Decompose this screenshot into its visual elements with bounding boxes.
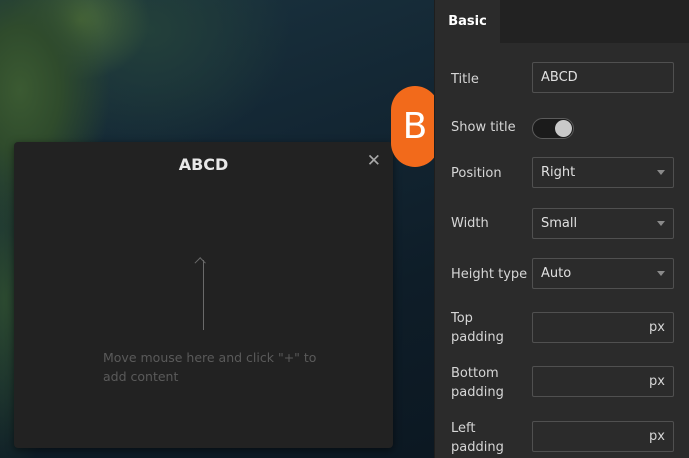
top-padding-label: Top padding	[451, 311, 504, 345]
left-padding-input[interactable]: px	[532, 421, 674, 452]
settings-panel: Basic Title ABCD Show title Position Rig…	[434, 0, 689, 458]
position-label: Position	[451, 166, 502, 181]
title-label: Title	[451, 72, 479, 87]
chevron-down-icon	[657, 221, 665, 226]
title-input[interactable]: ABCD	[532, 62, 674, 93]
title-input-value: ABCD	[541, 70, 578, 85]
show-title-label: Show title	[451, 120, 516, 135]
toggle-knob	[555, 120, 572, 137]
arrow-up-icon	[203, 260, 204, 330]
bottom-padding-unit: px	[649, 374, 665, 389]
widget-popup: ABCD ✕ Move mouse here and click "+" to …	[14, 142, 393, 448]
width-select[interactable]: Small	[532, 208, 674, 239]
left-padding-label: Left padding	[451, 421, 504, 455]
height-type-select-value: Auto	[541, 266, 572, 281]
position-select[interactable]: Right	[532, 157, 674, 188]
annotation-badge: B	[391, 86, 439, 167]
width-label: Width	[451, 216, 489, 231]
empty-content-hint: Move mouse here and click "+" to add con…	[103, 350, 317, 384]
bottom-padding-input[interactable]: px	[532, 366, 674, 397]
position-select-value: Right	[541, 165, 576, 180]
chevron-down-icon	[657, 170, 665, 175]
width-select-value: Small	[541, 216, 578, 231]
tab-bar: Basic	[435, 0, 689, 43]
top-padding-unit: px	[649, 320, 665, 335]
close-icon[interactable]: ✕	[367, 151, 381, 171]
bottom-padding-label: Bottom padding	[451, 366, 504, 400]
popup-title: ABCD	[178, 155, 229, 174]
height-type-select[interactable]: Auto	[532, 258, 674, 289]
left-padding-unit: px	[649, 429, 665, 444]
height-type-label: Height type	[451, 267, 528, 282]
top-padding-input[interactable]: px	[532, 312, 674, 343]
chevron-down-icon	[657, 271, 665, 276]
show-title-toggle[interactable]	[532, 118, 574, 139]
tab-basic[interactable]: Basic	[435, 0, 500, 43]
